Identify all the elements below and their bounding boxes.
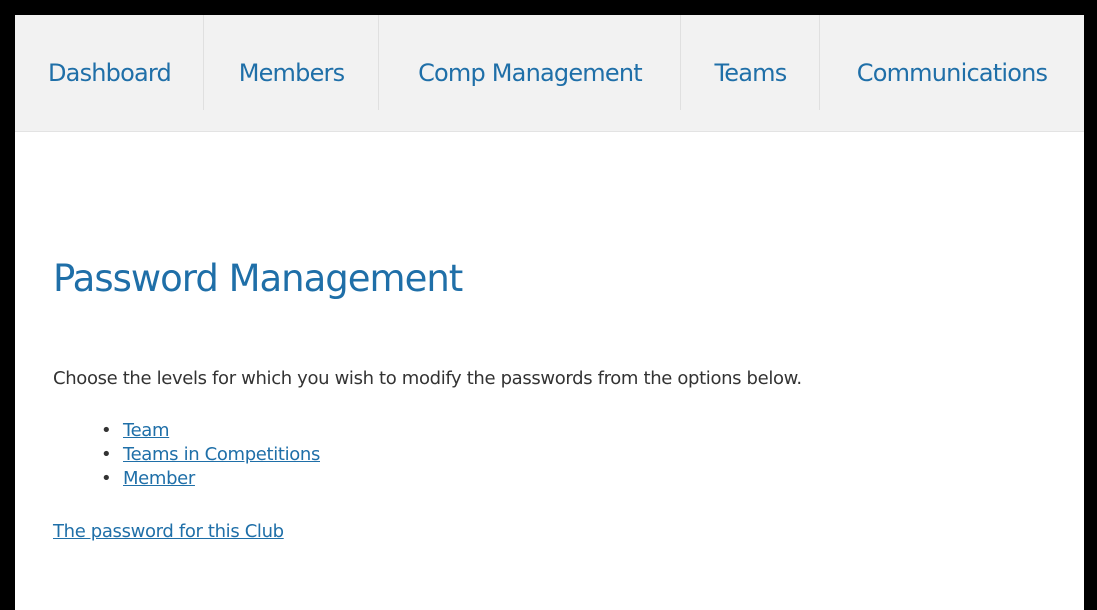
nav-item-dashboard[interactable]: Dashboard xyxy=(15,15,204,131)
club-password-link[interactable]: The password for this Club xyxy=(53,521,284,542)
list-item: • Member xyxy=(101,467,320,491)
bullet-icon: • xyxy=(101,420,112,441)
page-title: Password Management xyxy=(53,257,463,300)
list-item: • Teams in Competitions xyxy=(101,443,320,467)
nav-item-comp-management[interactable]: Comp Management xyxy=(379,15,681,131)
bullet-icon: • xyxy=(101,444,112,465)
teams-in-competitions-link[interactable]: Teams in Competitions xyxy=(123,444,320,465)
bullet-icon: • xyxy=(101,468,112,489)
nav-item-teams[interactable]: Teams xyxy=(681,15,820,131)
club-password-link-wrapper: The password for this Club xyxy=(53,520,284,544)
top-navigation: Dashboard Members Comp Management Teams … xyxy=(15,15,1084,132)
password-level-options: • Team • Teams in Competitions • Member xyxy=(53,419,320,491)
intro-text: Choose the levels for which you wish to … xyxy=(53,368,802,389)
nav-item-communications[interactable]: Communications xyxy=(820,15,1084,131)
team-link[interactable]: Team xyxy=(123,420,170,441)
list-item: • Team xyxy=(101,419,320,443)
nav-item-members[interactable]: Members xyxy=(204,15,379,131)
member-link[interactable]: Member xyxy=(123,468,195,489)
page-frame: Dashboard Members Comp Management Teams … xyxy=(15,15,1084,610)
